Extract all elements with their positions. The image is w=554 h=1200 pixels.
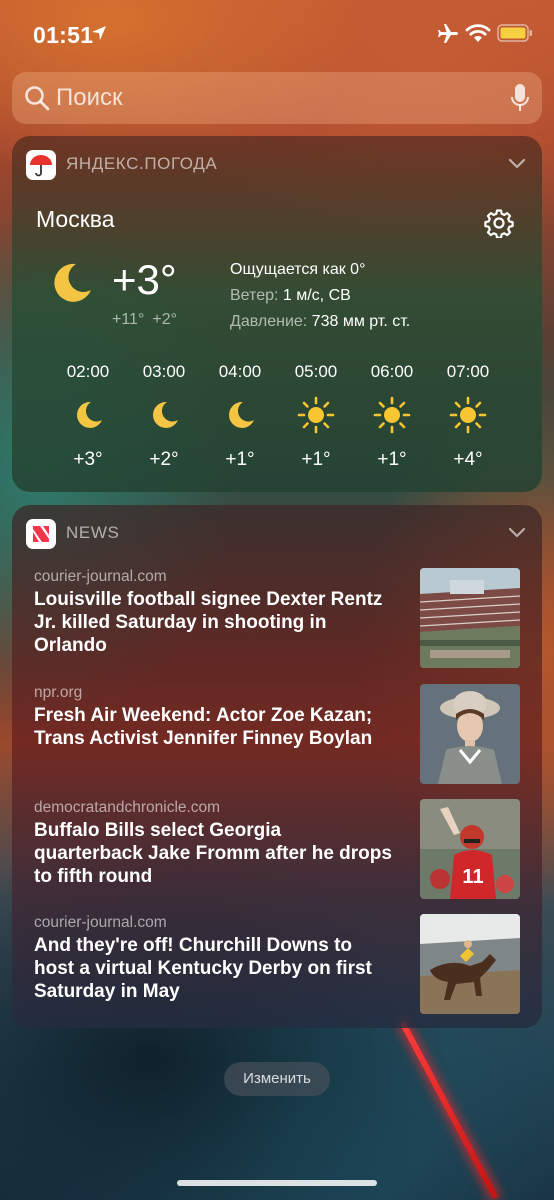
hourly-forecast: 02:00 +3° 03:00 +2° 04:00 +1° 05:00 +1° … bbox=[48, 362, 528, 480]
hourly-temp: +1° bbox=[301, 449, 331, 470]
home-indicator[interactable] bbox=[177, 1180, 377, 1186]
battery-icon bbox=[497, 24, 532, 42]
football-player-thumbnail[interactable]: 11 bbox=[420, 799, 520, 899]
wallpaper-lightsaber bbox=[399, 1020, 499, 1200]
news-source: courier-journal.com bbox=[34, 568, 167, 585]
news-source: courier-journal.com bbox=[34, 914, 167, 931]
collapse-chevron-icon[interactable] bbox=[508, 156, 526, 170]
status-time: 01:51 bbox=[33, 22, 94, 48]
search-icon bbox=[25, 86, 50, 111]
news-headline[interactable]: Louisville football signee Dexter Rentz … bbox=[34, 588, 394, 657]
portrait-thumbnail[interactable] bbox=[420, 684, 520, 784]
news-widget-header: NEWS bbox=[12, 505, 542, 561]
news-app-name: NEWS bbox=[66, 523, 120, 542]
apple-news-app-icon bbox=[26, 519, 56, 549]
news-headline[interactable]: Fresh Air Weekend: Actor Zoe Kazan; Tran… bbox=[34, 704, 394, 750]
moon-icon bbox=[54, 263, 91, 302]
current-temperature: +3° bbox=[112, 256, 177, 303]
hourly-time: 04:00 bbox=[218, 362, 262, 381]
settings-gear-icon[interactable] bbox=[484, 208, 514, 238]
pressure-row: Давление: 738 мм рт. ст. bbox=[230, 309, 410, 335]
news-logo-icon bbox=[33, 526, 49, 542]
hourly-item: 05:00 +1° bbox=[276, 362, 356, 471]
hourly-item: 02:00 +3° bbox=[48, 362, 128, 471]
hourly-temp: +3° bbox=[73, 449, 103, 470]
edit-button[interactable]: Изменить bbox=[224, 1062, 330, 1096]
weather-widget-header: ЯНДЕКС.ПОГОДА bbox=[12, 136, 542, 192]
moon-icon bbox=[229, 401, 254, 428]
news-widget[interactable]: NEWS courier-journal.com Louisville foot… bbox=[12, 505, 542, 1028]
weather-city: Москва bbox=[36, 206, 115, 232]
weather-details: Ощущается как 0° Ветер: 1 м/с, СВ Давлен… bbox=[230, 257, 410, 335]
low-temperature: +2° bbox=[152, 311, 177, 328]
wind-label: Ветер: bbox=[230, 287, 279, 304]
high-temperature: +11° bbox=[112, 311, 145, 328]
wind-value: 1 м/с, СВ bbox=[282, 287, 351, 304]
wifi-icon bbox=[465, 24, 491, 42]
sun-icon bbox=[373, 396, 411, 434]
svg-text:11: 11 bbox=[462, 866, 483, 888]
hourly-item: 03:00 +2° bbox=[124, 362, 204, 471]
collapse-chevron-icon[interactable] bbox=[508, 525, 526, 539]
news-headline[interactable]: And they're off! Churchill Downs to host… bbox=[34, 934, 394, 1003]
hourly-temp: +1° bbox=[225, 449, 255, 470]
yandex-weather-app-icon bbox=[26, 150, 56, 180]
hourly-temp: +2° bbox=[149, 449, 179, 470]
hourly-time: 03:00 bbox=[142, 362, 186, 381]
news-headline[interactable]: Buffalo Bills select Georgia quarterback… bbox=[34, 819, 394, 888]
hourly-temp: +1° bbox=[377, 449, 407, 470]
sun-icon bbox=[297, 396, 335, 434]
pressure-label: Давление: bbox=[230, 313, 308, 330]
news-item[interactable]: npr.org Fresh Air Weekend: Actor Zoe Kaz… bbox=[12, 684, 542, 792]
status-bar: 01:51 bbox=[0, 0, 554, 66]
hourly-temp: +4° bbox=[453, 449, 483, 470]
hourly-item: 07:00 +4° bbox=[428, 362, 508, 471]
news-item[interactable]: democratandchronicle.com Buffalo Bills s… bbox=[12, 799, 542, 907]
stadium-thumbnail[interactable] bbox=[420, 568, 520, 668]
news-source: npr.org bbox=[34, 684, 83, 701]
moon-icon bbox=[77, 401, 102, 428]
news-source: democratandchronicle.com bbox=[34, 799, 221, 816]
location-arrow-icon bbox=[92, 26, 106, 40]
microphone-icon[interactable] bbox=[510, 83, 530, 113]
hourly-time: 06:00 bbox=[370, 362, 414, 381]
temperature-range: +11° +2° bbox=[112, 311, 177, 329]
wind-row: Ветер: 1 м/с, СВ bbox=[230, 283, 410, 309]
search-placeholder: Поиск bbox=[56, 84, 123, 111]
weather-widget[interactable]: ЯНДЕКС.ПОГОДА Москва +3° +11° +2° Ощущает… bbox=[12, 136, 542, 492]
sun-icon bbox=[449, 396, 487, 434]
news-item[interactable]: courier-journal.com Louisville football … bbox=[12, 568, 542, 676]
hourly-time: 07:00 bbox=[446, 362, 490, 381]
hourly-item: 06:00 +1° bbox=[352, 362, 432, 471]
pressure-value: 738 мм рт. ст. bbox=[311, 313, 411, 330]
airplane-mode-icon bbox=[438, 24, 458, 43]
feels-like: Ощущается как 0° bbox=[230, 261, 366, 278]
hourly-time: 02:00 bbox=[66, 362, 110, 381]
news-item[interactable]: courier-journal.com And they're off! Chu… bbox=[12, 914, 542, 1022]
search-field[interactable]: Поиск bbox=[12, 72, 542, 124]
umbrella-icon bbox=[30, 155, 52, 177]
hourly-item: 04:00 +1° bbox=[200, 362, 280, 471]
moon-icon bbox=[153, 401, 178, 428]
hourly-time: 05:00 bbox=[294, 362, 338, 381]
weather-app-name: ЯНДЕКС.ПОГОДА bbox=[66, 154, 218, 173]
horse-race-thumbnail[interactable] bbox=[420, 914, 520, 1014]
